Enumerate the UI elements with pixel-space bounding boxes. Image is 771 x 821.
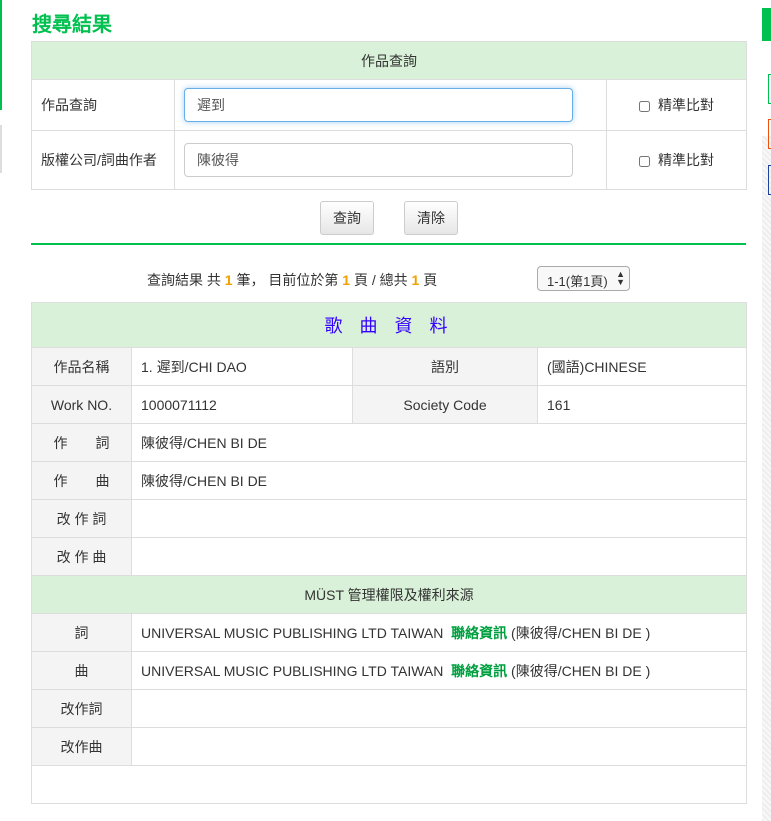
contact-info-link[interactable]: 聯絡資訊 (451, 625, 507, 641)
composer: 陳彼得/CHEN BI DE (130, 461, 748, 500)
song-title: 1. 遲到/CHI DAO (131, 347, 353, 386)
song-header: 歌 曲 資 料 (30, 302, 748, 348)
work-query-input[interactable] (184, 88, 573, 122)
table-row: 詞 UNIVERSAL MUSIC PUBLISHING LTD TAIWAN … (31, 613, 748, 652)
work-exact-label: 精準比對 (658, 97, 714, 113)
total-pages: 1 (411, 272, 420, 288)
author-query-input[interactable] (184, 143, 573, 177)
result-status: 查詢結果 共 1 筆， 目前位於第 1 頁 / 總共 1 頁 (147, 272, 438, 288)
table-row: 曲 UNIVERSAL MUSIC PUBLISHING LTD TAIWAN … (31, 651, 748, 690)
song-info-table: 歌 曲 資 料 作品名稱 1. 遲到/CHI DAO 語別 (國語)CHINES… (30, 302, 748, 804)
author-exact-label: 精準比對 (658, 152, 714, 168)
left-accent-bar (0, 0, 2, 110)
table-row: 改作詞 (31, 689, 748, 728)
contact-info-link[interactable]: 聯絡資訊 (451, 663, 507, 679)
current-page: 1 (342, 272, 351, 288)
work-number: 1000071112 (131, 385, 353, 424)
search-button[interactable]: 查詢 (320, 201, 374, 235)
query-form-table: 作品查詢 作品查詢 精準比對 版權公司/詞曲作者 精準比對 (31, 41, 747, 190)
table-row: 作 詞 陳彼得/CHEN BI DE (31, 423, 748, 462)
table-row: 作品名稱 1. 遲到/CHI DAO 語別 (國語)CHINESE (31, 347, 748, 386)
table-row: 改 作 曲 (31, 537, 748, 576)
left-edge-tab (0, 125, 2, 173)
empty-row (30, 765, 748, 804)
work-query-label: 作品查詢 (31, 79, 175, 131)
table-row: 作 曲 陳彼得/CHEN BI DE (31, 461, 748, 500)
table-row: 改 作 詞 (31, 499, 748, 538)
result-count: 1 (224, 272, 233, 288)
song-language: (國語)CHINESE (536, 347, 748, 386)
page-select[interactable]: 1-1(第1頁) ▲ ▼ (537, 266, 630, 291)
author-query-label: 版權公司/詞曲作者 (31, 130, 175, 190)
table-row: 改作曲 (31, 727, 748, 766)
rights-header: MÜST 管理權限及權利來源 (30, 575, 748, 614)
lyricist: 陳彼得/CHEN BI DE (130, 423, 748, 462)
author-exact-checkbox[interactable] (639, 155, 650, 167)
work-exact-checkbox[interactable] (639, 100, 650, 112)
table-row: Work NO. 1000071112 Society Code 161 (31, 385, 748, 424)
page-title: 搜尋結果 (32, 14, 112, 36)
query-header: 作品查詢 (31, 41, 747, 80)
select-arrows-icon: ▲ ▼ (616, 269, 625, 287)
side-panel-header[interactable] (762, 8, 771, 41)
society-code: 161 (536, 385, 748, 424)
clear-button[interactable]: 清除 (404, 201, 458, 235)
divider (31, 243, 746, 245)
